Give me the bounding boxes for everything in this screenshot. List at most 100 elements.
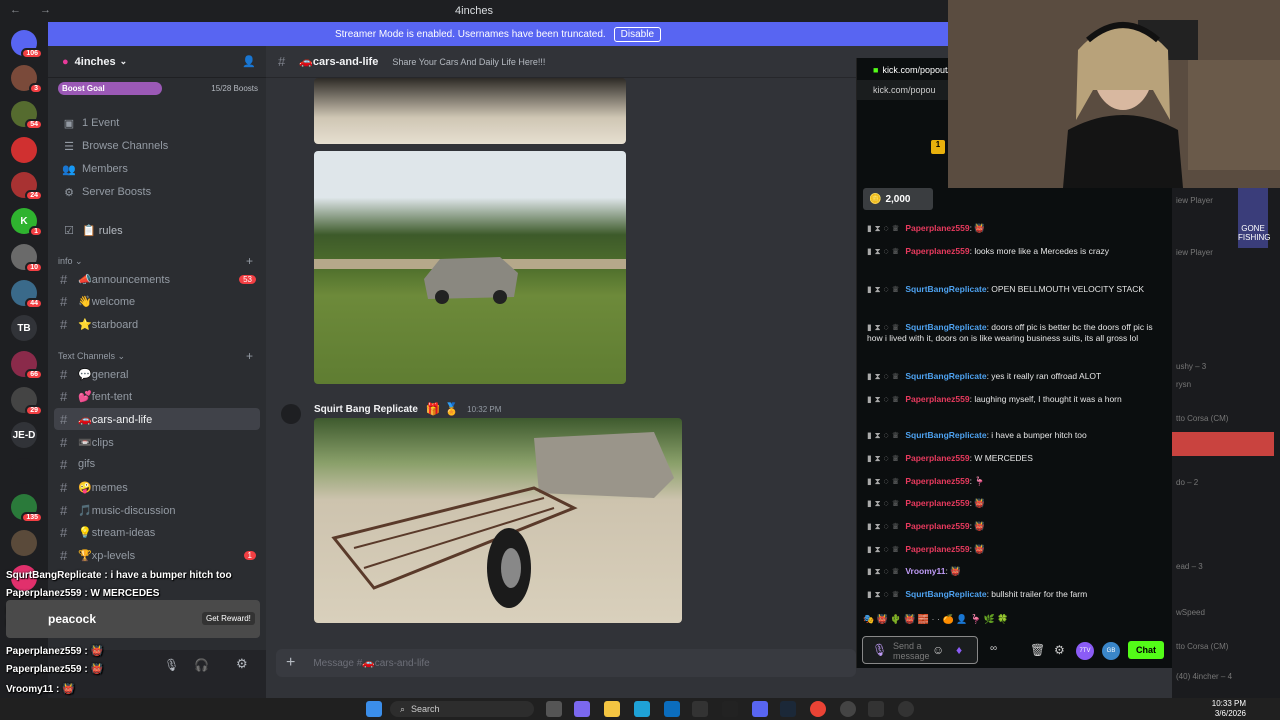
chat-username[interactable]: SqurtBangReplicate (905, 284, 986, 294)
server-icon[interactable]: 24 (11, 172, 43, 201)
chat-username[interactable]: Paperplanez559 (905, 544, 969, 554)
channel-item[interactable]: # 🚗cars-and-life (54, 408, 260, 430)
chat-username[interactable]: Paperplanez559 (905, 521, 969, 531)
server-icon[interactable]: 54 (11, 101, 43, 130)
add-text-channel-icon[interactable]: + (246, 349, 253, 363)
sidebar-item[interactable]: 👥 Members (48, 159, 266, 179)
guild-header[interactable]: ● 4inches ⌄ 👤 (48, 46, 266, 78)
link-icon[interactable]: ∞ (990, 643, 997, 654)
mod-icons[interactable]: ▮⧗◌♕ (867, 498, 902, 508)
edge-icon[interactable] (634, 701, 650, 717)
chat-username[interactable]: Paperplanez559 (905, 476, 969, 486)
sidebar-item[interactable]: ☰ Browse Channels (48, 136, 266, 156)
server-icon[interactable] (11, 137, 37, 163)
server-icon[interactable]: 106 (11, 30, 43, 59)
mod-icons[interactable]: ▮⧗◌♕ (867, 453, 902, 463)
chat-username[interactable]: SqurtBangReplicate (905, 589, 986, 599)
channel-topic[interactable]: Share Your Cars And Daily Life Here!!! (392, 57, 545, 67)
gone-fishing-thumb[interactable]: GONE FISHING (1238, 188, 1270, 248)
chat-username[interactable]: Paperplanez559 (905, 498, 969, 508)
server-icon[interactable]: TB (11, 315, 37, 341)
server-icon[interactable]: 10 (11, 244, 43, 273)
mod-icons[interactable]: ▮⧗◌♕ (867, 544, 902, 554)
mod-icons[interactable]: ▮⧗◌♕ (867, 476, 902, 486)
outlook-icon[interactable] (664, 701, 680, 717)
arrow-app-icon[interactable] (868, 701, 884, 717)
coin-balance[interactable]: 🪙 2,000 (863, 188, 933, 210)
sidebar-item[interactable]: ⚙ Server Boosts (48, 182, 266, 202)
emote-strip[interactable]: 🎭 👹 🌵 👹 🧱 · · 🍊 👤 🦩 🌿 🍀 (863, 614, 1063, 628)
chat-username[interactable]: SqurtBangReplicate (905, 371, 986, 381)
server-icon[interactable]: 135 (11, 494, 43, 523)
server-icon[interactable] (11, 458, 37, 484)
windows-start-icon[interactable] (366, 701, 382, 717)
terminal-icon[interactable] (722, 701, 738, 717)
message-composer[interactable]: + Message #🚗cars-and-life (276, 649, 856, 677)
trailer-photo[interactable] (314, 418, 682, 623)
obs-icon[interactable] (840, 701, 856, 717)
channel-item[interactable]: # 💡stream-ideas (48, 521, 266, 543)
chrome-icon[interactable] (810, 701, 826, 717)
7tv-icon[interactable]: 7TV (1076, 642, 1094, 660)
channel-item[interactable]: # 💬general (48, 363, 266, 385)
server-icon[interactable]: JE-D (11, 422, 37, 448)
steam-icon[interactable] (780, 701, 796, 717)
mod-icons[interactable]: ▮⧗◌♕ (867, 566, 902, 576)
mod-icons[interactable]: ▮⧗◌♕ (867, 430, 902, 440)
disable-button[interactable]: Disable (613, 26, 662, 42)
gift-badge[interactable]: 1 (931, 140, 945, 154)
trash-icon[interactable]: 🗑 (1030, 643, 1045, 657)
gb-icon[interactable]: GB (1102, 642, 1120, 660)
author-avatar[interactable] (281, 404, 301, 424)
chat-username[interactable]: Paperplanez559 (905, 246, 969, 256)
rules-channel[interactable]: ☑ 📋 rules (48, 220, 266, 240)
system-clock[interactable]: 10:33 PM 3/6/2026 (1198, 699, 1246, 719)
car-photo-top[interactable] (314, 78, 626, 144)
mod-icons[interactable]: ▮⧗◌♕ (867, 589, 902, 599)
mod-icons[interactable]: ▮⧗◌♕ (867, 371, 902, 381)
chat-username[interactable]: SqurtBangReplicate (905, 322, 986, 332)
taskbar-search[interactable]: ⌕ Search (390, 701, 534, 717)
boost-goal[interactable]: Boost Goal 15/28 Boosts (58, 80, 258, 96)
category-info[interactable]: info ⌄ (58, 256, 83, 267)
discord-icon[interactable] (752, 701, 768, 717)
file-explorer-icon[interactable] (604, 701, 620, 717)
emoji-icon[interactable]: ☺ (932, 643, 944, 657)
invite-icon[interactable]: 👤 (242, 55, 256, 68)
get-reward-button[interactable]: Get Reward! (202, 612, 255, 625)
server-icon[interactable]: K1 (11, 208, 43, 237)
add-channel-icon[interactable]: + (246, 254, 253, 268)
task-view-icon[interactable] (546, 701, 562, 717)
channel-item[interactable]: # 🤪memes (48, 476, 266, 498)
category-text[interactable]: Text Channels ⌄ (58, 351, 125, 362)
mod-icons[interactable]: ▮⧗◌♕ (867, 521, 902, 531)
sidebar-item[interactable]: ▣ 1 Event (48, 113, 266, 133)
bits-icon[interactable]: ♦ (956, 643, 962, 657)
channel-item[interactable]: # 📣announcements 53 (48, 268, 266, 290)
server-icon[interactable]: 29 (11, 387, 43, 416)
channel-item[interactable]: # 👋welcome (48, 290, 266, 312)
mic-purple-icon[interactable]: 🎙 (872, 643, 887, 657)
peacock-promo[interactable]: peacock Get Reward! (6, 600, 260, 638)
mod-icons[interactable]: ▮⧗◌♕ (867, 394, 902, 404)
channel-item[interactable]: # 📼clips (48, 431, 266, 453)
server-icon[interactable]: 3 (11, 65, 43, 94)
mod-icons[interactable]: ▮⧗◌♕ (867, 322, 902, 332)
app-icon[interactable] (898, 701, 914, 717)
chat-send-button[interactable]: Chat (1128, 641, 1164, 659)
store-icon[interactable] (692, 701, 708, 717)
chat-username[interactable]: Paperplanez559 (905, 453, 969, 463)
channel-item[interactable]: # 💕fent-tent (48, 385, 266, 407)
chat-username[interactable]: Paperplanez559 (905, 394, 969, 404)
mod-icons[interactable]: ▮⧗◌♕ (867, 284, 902, 294)
settings-icon[interactable]: ⚙ (1054, 643, 1065, 657)
channel-item[interactable]: # gifs (48, 453, 266, 475)
mod-icons[interactable]: ▮⧗◌♕ (867, 223, 902, 233)
chat-username[interactable]: Vroomy11 (905, 566, 945, 576)
channel-item[interactable]: # ⭐starboard (48, 313, 266, 335)
channel-item[interactable]: # 🎵music-discussion (48, 499, 266, 521)
teams-icon[interactable] (574, 701, 590, 717)
server-icon[interactable]: 44 (11, 280, 43, 309)
server-icon[interactable] (11, 530, 37, 556)
mod-icons[interactable]: ▮⧗◌♕ (867, 246, 902, 256)
